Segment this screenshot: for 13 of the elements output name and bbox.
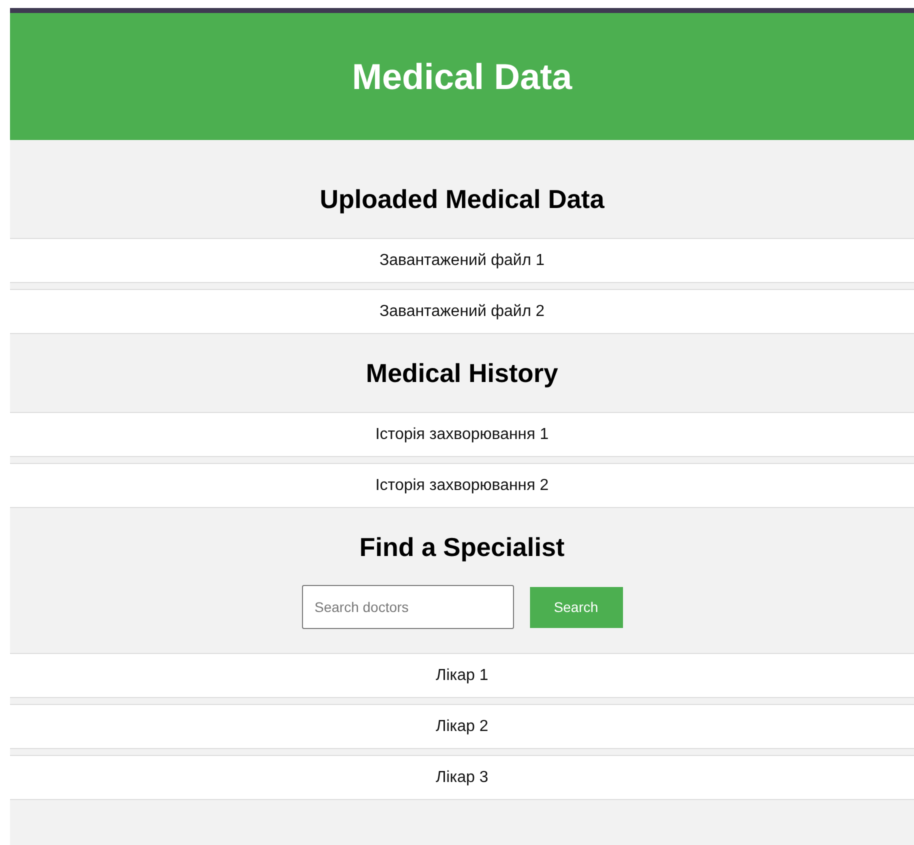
search-field[interactable]: Search doctors	[302, 585, 514, 629]
list-item: Завантажений файл 1	[10, 238, 914, 283]
list-item: Завантажений файл 2	[10, 289, 914, 334]
list-item: Лікар 3	[10, 755, 914, 800]
search-button[interactable]: Search	[530, 586, 622, 628]
section-heading: Find a Specialist	[358, 532, 566, 562]
section-heading: Medical History	[364, 358, 560, 388]
list-item: Історія захворювання 1	[10, 412, 914, 457]
list-item: Лікар 1	[10, 653, 914, 698]
page-title: Medical Data	[352, 56, 572, 96]
list-item: Історія захворювання 2	[10, 463, 914, 508]
section-heading: Uploaded Medical Data	[318, 184, 606, 214]
list-item: Лікар 2	[10, 704, 914, 749]
